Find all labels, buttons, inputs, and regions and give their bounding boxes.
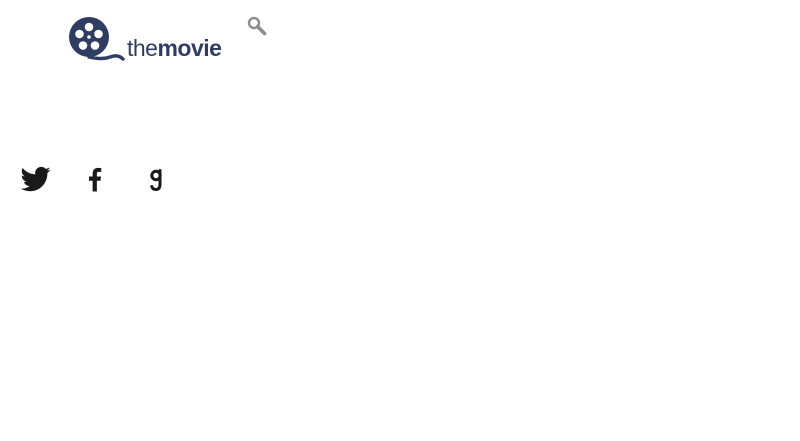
film-reel-logo-icon (69, 17, 125, 61)
facebook-f-icon (89, 167, 102, 192)
magnifier-icon (247, 16, 267, 36)
search-button[interactable] (246, 15, 268, 37)
facebook-link[interactable] (80, 164, 110, 194)
goodreads-g-icon (150, 169, 162, 192)
logo-text-the: the (127, 35, 158, 61)
logo-text-movie: movie (157, 35, 222, 61)
goodreads-link[interactable] (141, 164, 171, 194)
twitter-bird-icon (21, 166, 51, 192)
site-logo-link[interactable]: themovie (68, 16, 233, 64)
twitter-link[interactable] (21, 164, 51, 194)
logo-wordmark: themovie (127, 34, 222, 62)
